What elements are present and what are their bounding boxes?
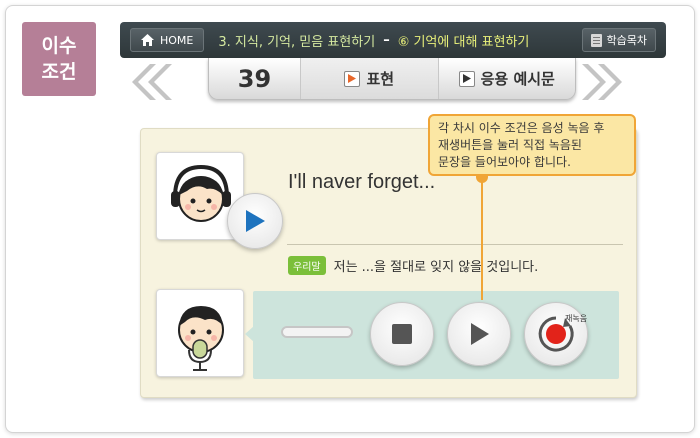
translation-badge: 우리말 xyxy=(288,256,326,275)
speaker-avatar-card xyxy=(156,289,244,377)
breadcrumb-section: 3. 지식, 기억, 믿음 표현하기 xyxy=(218,34,376,50)
microphone-boy-icon xyxy=(178,306,224,371)
tab-applied-examples-label: 응용 예시문 xyxy=(480,70,555,88)
stop-icon xyxy=(392,324,412,344)
tab-expression[interactable]: 표현 xyxy=(301,58,438,99)
prev-page-button[interactable] xyxy=(128,62,172,102)
english-sentence: I'll naver forget... xyxy=(288,171,436,193)
translation-text: 저는 ...을 절대로 잊지 않을 것입니다. xyxy=(333,260,539,275)
completion-condition-tag: 이수 조건 xyxy=(22,22,96,96)
tag-line-2: 조건 xyxy=(41,61,77,83)
play-icon xyxy=(471,323,489,345)
home-icon xyxy=(141,34,154,46)
double-chevron-left-icon xyxy=(132,64,172,100)
completion-tooltip: 각 차시 이수 조건은 음성 녹음 후 재생버튼을 눌러 직접 녹음된 문장을 … xyxy=(428,114,636,176)
play-box-icon xyxy=(344,70,361,87)
breadcrumb-separator: – xyxy=(383,32,390,48)
tooltip-line-2: 재생버튼을 눌러 직접 녹음된 xyxy=(438,138,582,152)
play-icon xyxy=(246,210,265,232)
stop-button[interactable] xyxy=(370,302,434,366)
breadcrumb: 3. 지식, 기억, 믿음 표현하기 – ⑥ 기억에 대해 표현하기 xyxy=(218,31,529,50)
top-navigation-bar: HOME 3. 지식, 기억, 믿음 표현하기 – ⑥ 기억에 대해 표현하기 … xyxy=(120,22,666,58)
book-icon xyxy=(590,33,602,47)
tab-expression-label: 표현 xyxy=(366,70,395,88)
next-page-button[interactable] xyxy=(582,62,626,102)
play-box-icon xyxy=(458,70,475,87)
tab-bar: 39 표현 응용 예시문 xyxy=(208,58,576,100)
tooltip-line-3: 문장을 들어보아야 합니다. xyxy=(438,155,571,169)
tag-line-1: 이수 xyxy=(41,35,77,57)
table-of-contents-button[interactable]: 학습목차 xyxy=(581,28,656,52)
double-chevron-right-icon xyxy=(582,64,622,100)
toc-label: 학습목차 xyxy=(606,34,647,47)
tooltip-connector xyxy=(481,176,483,300)
tab-applied-examples[interactable]: 응용 예시문 xyxy=(437,58,576,99)
play-recording-button[interactable] xyxy=(447,302,511,366)
home-button[interactable]: HOME xyxy=(130,28,205,52)
rerecord-button[interactable] xyxy=(524,302,588,366)
recording-progress-bar xyxy=(281,326,353,338)
divider xyxy=(287,244,623,245)
tooltip-line-1: 각 차시 이수 조건은 음성 녹음 후 xyxy=(438,121,605,135)
breadcrumb-subsection: ⑥ 기억에 대해 표현하기 xyxy=(397,34,530,50)
page-number: 39 xyxy=(209,58,301,99)
play-sentence-button[interactable] xyxy=(227,193,283,249)
translation-row: 우리말 저는 ...을 절대로 잊지 않을 것입니다. xyxy=(288,256,538,275)
rerecord-label: 재녹음 xyxy=(565,314,588,323)
home-button-label: HOME xyxy=(160,33,194,47)
